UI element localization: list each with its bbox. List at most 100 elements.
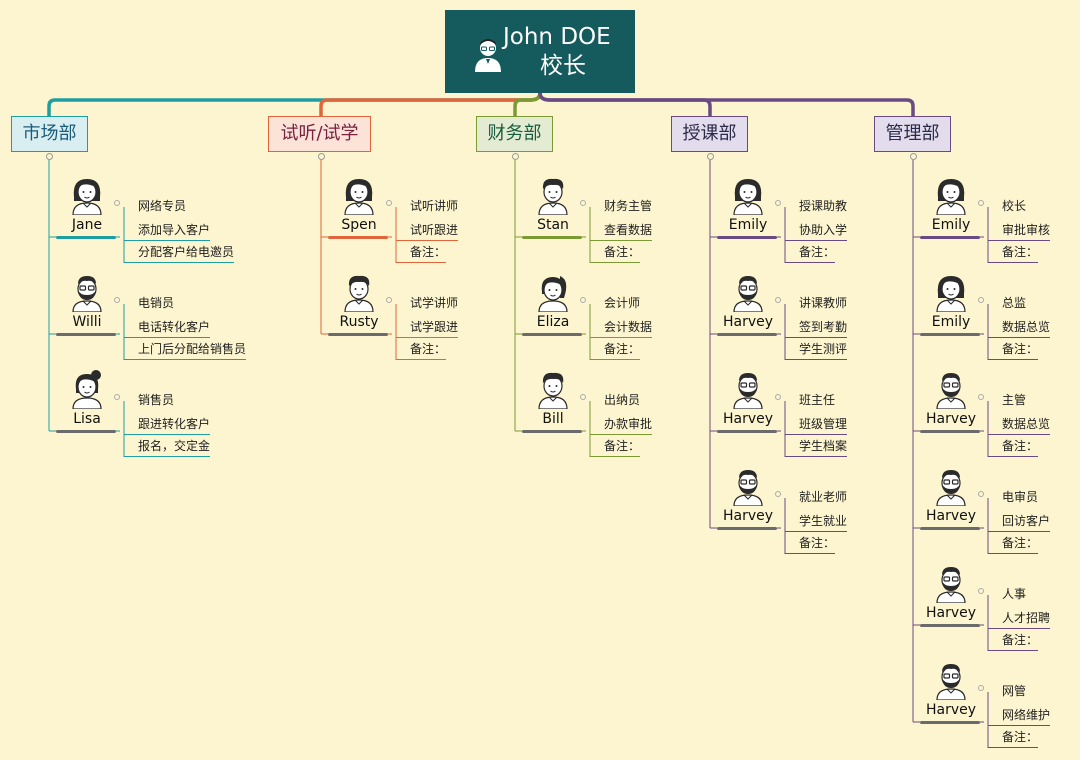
member-task[interactable]: 人才招聘 <box>988 608 1051 629</box>
dept-node-4[interactable]: 管理部 <box>874 116 951 152</box>
role-collapse-toggle[interactable] <box>114 297 120 303</box>
member-task[interactable]: 办款审批 <box>590 414 653 435</box>
collapse-toggle[interactable] <box>45 153 53 160</box>
member-task[interactable]: 备注： <box>785 242 836 263</box>
member-node[interactable]: Harvey <box>717 272 779 336</box>
member-role[interactable]: 人事 <box>1002 585 1026 602</box>
role-collapse-toggle[interactable] <box>978 588 984 594</box>
member-role[interactable]: 校长 <box>1002 197 1026 214</box>
member-node[interactable]: Harvey <box>920 563 982 627</box>
dept-node-0[interactable]: 市场部 <box>11 116 88 152</box>
role-collapse-toggle[interactable] <box>775 200 781 206</box>
member-task[interactable]: 备注： <box>988 533 1039 554</box>
member-task[interactable]: 试学跟进 <box>396 317 459 338</box>
role-collapse-toggle[interactable] <box>580 200 586 206</box>
member-node[interactable]: Harvey <box>717 466 779 530</box>
member-task[interactable]: 签到考勤 <box>785 317 848 338</box>
root-node[interactable]: John DOE 校长 <box>445 10 635 93</box>
role-collapse-toggle[interactable] <box>978 297 984 303</box>
member-role[interactable]: 讲课教师 <box>799 294 847 311</box>
member-task[interactable]: 备注： <box>988 339 1039 360</box>
member-role[interactable]: 网管 <box>1002 682 1026 699</box>
collapse-toggle[interactable] <box>909 153 917 160</box>
member-task[interactable]: 查看数据 <box>590 220 653 241</box>
member-task[interactable]: 备注： <box>396 242 447 263</box>
member-node[interactable]: Willi <box>56 272 118 336</box>
role-collapse-toggle[interactable] <box>978 394 984 400</box>
role-collapse-toggle[interactable] <box>386 200 392 206</box>
member-role[interactable]: 网络专员 <box>138 197 186 214</box>
member-role[interactable]: 授课助教 <box>799 197 847 214</box>
member-node[interactable]: Harvey <box>717 369 779 433</box>
member-role[interactable]: 电销员 <box>138 294 174 311</box>
member-task[interactable]: 协助入学 <box>785 220 848 241</box>
member-task[interactable]: 回访客户 <box>988 511 1051 532</box>
member-task[interactable]: 数据总览 <box>988 414 1051 435</box>
member-role[interactable]: 班主任 <box>799 391 835 408</box>
role-collapse-toggle[interactable] <box>978 685 984 691</box>
member-task[interactable]: 班级管理 <box>785 414 848 435</box>
dept-node-3[interactable]: 授课部 <box>671 116 748 152</box>
member-role[interactable]: 就业老师 <box>799 488 847 505</box>
member-task[interactable]: 备注： <box>590 242 641 263</box>
role-collapse-toggle[interactable] <box>114 200 120 206</box>
member-task[interactable]: 跟进转化客户 <box>124 414 211 435</box>
member-role[interactable]: 主管 <box>1002 391 1026 408</box>
member-task[interactable]: 学生测评 <box>785 339 848 360</box>
member-task[interactable]: 备注： <box>988 436 1039 457</box>
member-node[interactable]: Bill <box>522 369 584 433</box>
member-node[interactable]: Emily <box>920 175 982 239</box>
member-task[interactable]: 网络维护 <box>988 705 1051 726</box>
member-node[interactable]: Harvey <box>920 369 982 433</box>
member-role[interactable]: 出纳员 <box>604 391 640 408</box>
member-role[interactable]: 总监 <box>1002 294 1026 311</box>
member-task[interactable]: 备注： <box>988 630 1039 651</box>
member-task[interactable]: 试听跟进 <box>396 220 459 241</box>
member-node[interactable]: Stan <box>522 175 584 239</box>
dept-node-2[interactable]: 财务部 <box>476 116 553 152</box>
member-task[interactable]: 备注： <box>988 727 1039 748</box>
role-collapse-toggle[interactable] <box>386 297 392 303</box>
role-collapse-toggle[interactable] <box>978 200 984 206</box>
role-collapse-toggle[interactable] <box>775 297 781 303</box>
member-node[interactable]: Harvey <box>920 660 982 724</box>
member-task[interactable]: 分配客户给电邀员 <box>124 242 235 263</box>
collapse-toggle[interactable] <box>511 153 519 160</box>
role-collapse-toggle[interactable] <box>580 297 586 303</box>
member-role[interactable]: 试学讲师 <box>410 294 458 311</box>
member-node[interactable]: Emily <box>920 272 982 336</box>
member-task[interactable]: 备注： <box>590 339 641 360</box>
member-task[interactable]: 审批审核 <box>988 220 1051 241</box>
member-task[interactable]: 学生档案 <box>785 436 848 457</box>
member-node[interactable]: Spen <box>328 175 390 239</box>
member-task[interactable]: 电话转化客户 <box>124 317 211 338</box>
member-node[interactable]: Harvey <box>920 466 982 530</box>
dept-node-1[interactable]: 试听/试学 <box>268 116 371 152</box>
member-task[interactable]: 添加导入客户 <box>124 220 211 241</box>
member-role[interactable]: 电审员 <box>1002 488 1038 505</box>
member-role[interactable]: 销售员 <box>138 391 174 408</box>
role-collapse-toggle[interactable] <box>580 394 586 400</box>
member-task[interactable]: 备注： <box>988 242 1039 263</box>
member-task[interactable]: 会计数据 <box>590 317 653 338</box>
member-task[interactable]: 备注： <box>785 533 836 554</box>
member-role[interactable]: 财务主管 <box>604 197 652 214</box>
member-node[interactable]: Lisa <box>56 369 118 433</box>
role-collapse-toggle[interactable] <box>775 491 781 497</box>
member-node[interactable]: Emily <box>717 175 779 239</box>
member-role[interactable]: 会计师 <box>604 294 640 311</box>
member-task[interactable]: 上门后分配给销售员 <box>124 339 247 360</box>
collapse-toggle[interactable] <box>706 153 714 160</box>
member-node[interactable]: Rusty <box>328 272 390 336</box>
member-task[interactable]: 备注： <box>590 436 641 457</box>
member-task[interactable]: 报名，交定金 <box>124 436 211 457</box>
role-collapse-toggle[interactable] <box>775 394 781 400</box>
member-task[interactable]: 备注： <box>396 339 447 360</box>
role-collapse-toggle[interactable] <box>114 394 120 400</box>
member-task[interactable]: 学生就业 <box>785 511 848 532</box>
member-node[interactable]: Jane <box>56 175 118 239</box>
member-role[interactable]: 试听讲师 <box>410 197 458 214</box>
member-node[interactable]: Eliza <box>522 272 584 336</box>
role-collapse-toggle[interactable] <box>978 491 984 497</box>
member-task[interactable]: 数据总览 <box>988 317 1051 338</box>
